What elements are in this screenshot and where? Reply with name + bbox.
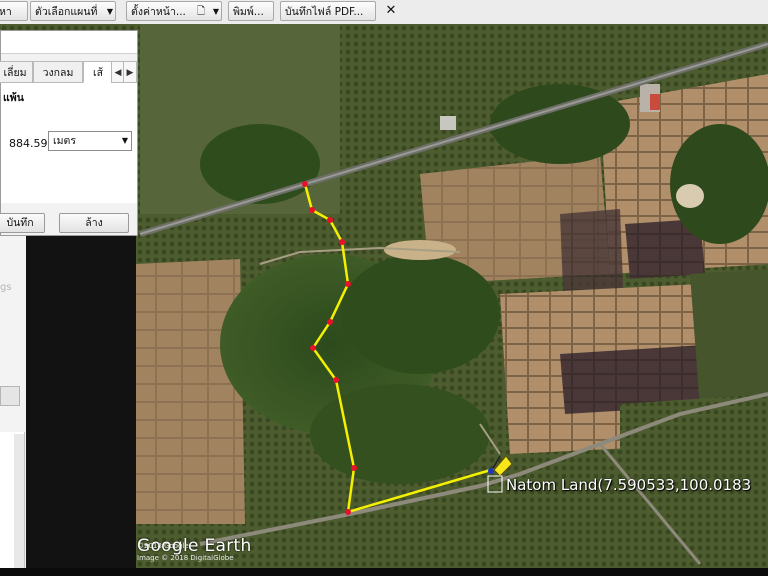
ruler-tabs: เลี่ยม วงกลม เส้ ◀ ▶ — [0, 61, 137, 83]
chevron-down-icon: ▼ — [106, 7, 113, 16]
tab-circle[interactable]: วงกลม — [33, 61, 83, 83]
status-bar — [0, 568, 768, 576]
document-icon: 🗋 — [197, 6, 206, 17]
sidebar-background — [26, 236, 136, 576]
tab-line[interactable]: เลี่ยม — [0, 61, 33, 83]
ruler-panel: แพ้น 884.59 เมตร ▼ — [1, 83, 137, 203]
imagery-credit-text: Image © 2018 DigitalGlobe — [137, 554, 234, 562]
chevron-down-icon: ▼ — [121, 136, 128, 145]
save-button[interactable]: บันทึก — [0, 213, 45, 233]
ruler-header — [1, 31, 137, 54]
chevron-down-icon: ▼ — [212, 7, 219, 16]
print-button[interactable]: พิมพ์... — [228, 1, 274, 21]
clear-button[interactable]: ล้าง — [59, 213, 129, 233]
layout-selector-dropdown[interactable]: ตัวเลือกแผนที่ ▼ — [30, 1, 116, 21]
ruler-dialog: เลี่ยม วงกลม เส้ ◀ ▶ แพ้น 884.59 เมตร ▼ … — [0, 30, 138, 236]
close-icon[interactable]: ✕ — [383, 1, 399, 21]
measure-label: แพ้น — [3, 92, 24, 104]
save-pdf-button[interactable]: บันทึกไฟล์ PDF... — [280, 1, 376, 21]
unit-select[interactable]: เมตร ▼ — [48, 131, 132, 151]
search-button[interactable]: หา — [0, 1, 28, 21]
tab-path[interactable]: เส้ — [83, 61, 113, 83]
sidebar-toolbar[interactable] — [0, 386, 20, 406]
print-toolbar: หา ตัวเลือกแผนที่ ▼ ตั้งค่าหน้า... 🗋 ▼ พ… — [0, 0, 768, 25]
page-setup-dropdown[interactable]: ตั้งค่าหน้า... 🗋 ▼ — [126, 1, 222, 21]
sidebar: gs — [0, 236, 26, 576]
copyright-text: ©2018 Google — [137, 542, 189, 550]
chevron-right-icon[interactable]: ▶ — [123, 61, 137, 83]
length-value: 884.59 — [9, 137, 48, 150]
placemark-label[interactable]: Natom Land(7.590533,100.0183 — [506, 476, 751, 494]
sidebar-scrollbar[interactable] — [14, 434, 24, 574]
sidebar-hint: gs — [0, 282, 12, 293]
